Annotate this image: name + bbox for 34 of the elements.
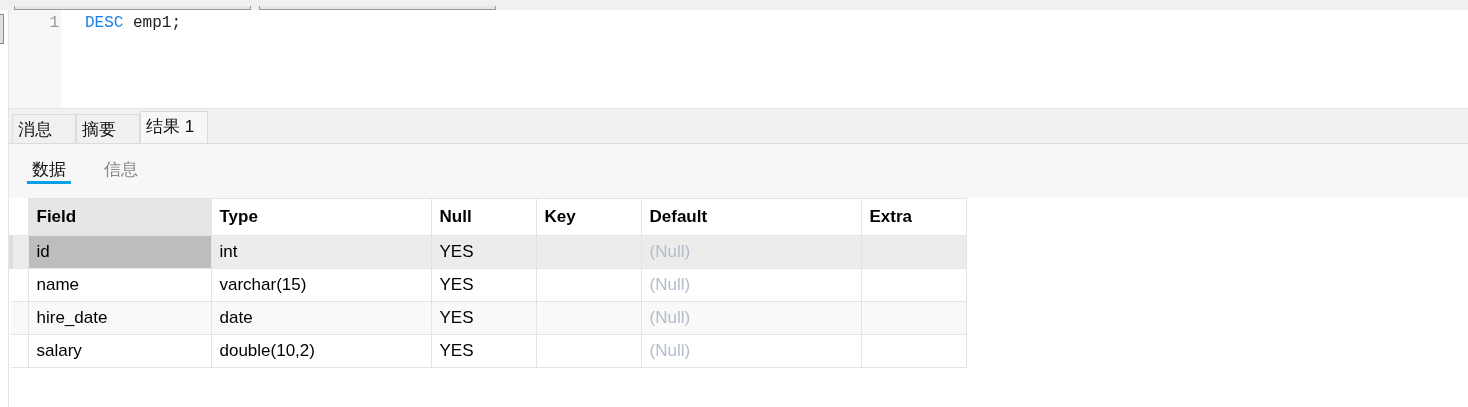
table-row[interactable]: hire_date date YES (Null) <box>11 301 966 335</box>
table-cell: date <box>211 301 431 335</box>
table-cell: YES <box>431 235 536 269</box>
table-cell: id <box>28 235 211 269</box>
table-cell: YES <box>431 268 536 302</box>
table-cell: salary <box>28 334 211 368</box>
result-tab[interactable]: 消息 <box>12 114 76 143</box>
table-cell: YES <box>431 301 536 335</box>
view-tab[interactable]: 数据 <box>27 154 71 184</box>
scrollbar-thumb[interactable] <box>0 14 4 44</box>
table-cell: double(10,2) <box>211 334 431 368</box>
column-header[interactable]: Key <box>536 198 641 236</box>
column-header[interactable]: Type <box>211 198 431 236</box>
null-value: (Null) <box>649 242 691 261</box>
table-cell: varchar(15) <box>211 268 431 302</box>
sql-identifier: emp1; <box>133 14 182 32</box>
line-number: 1 <box>49 13 59 34</box>
null-value: (Null) <box>649 341 691 360</box>
table-row[interactable]: id int YES (Null) <box>11 235 966 269</box>
table-row[interactable]: name varchar(15) YES (Null) <box>11 268 966 302</box>
column-header[interactable]: Field <box>28 198 211 236</box>
result-tab[interactable]: 摘要 <box>76 114 140 143</box>
column-header[interactable]: Extra <box>861 198 966 236</box>
column-header[interactable]: Default <box>641 198 861 236</box>
table-cell: int <box>211 235 431 269</box>
table-cell: name <box>28 268 211 302</box>
table-row[interactable]: salary double(10,2) YES (Null) <box>11 334 966 368</box>
table-cell: YES <box>431 334 536 368</box>
sql-keyword: DESC <box>85 14 124 32</box>
null-value: (Null) <box>649 308 691 327</box>
null-value: (Null) <box>649 275 691 294</box>
column-header[interactable]: Null <box>431 198 536 236</box>
result-tab[interactable]: 结果 1 <box>140 111 208 143</box>
table-cell: hire_date <box>28 301 211 335</box>
